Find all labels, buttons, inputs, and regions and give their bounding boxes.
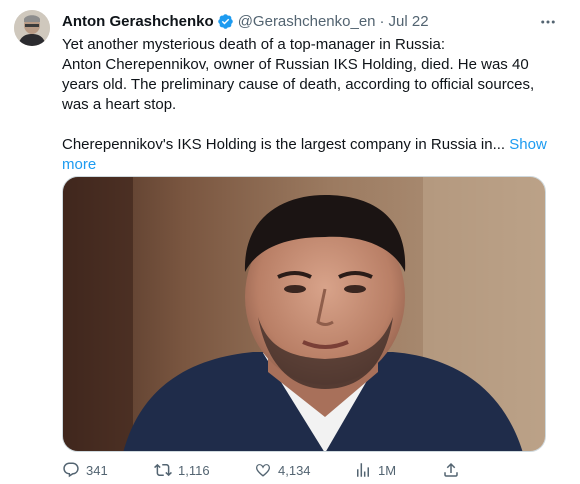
- tweet-photo[interactable]: [62, 176, 546, 452]
- tweet-line-1: Yet another mysterious death of a top-ma…: [62, 36, 445, 53]
- tweet-truncated-paragraph: Cherepennikov's IKS Holding is the large…: [62, 135, 552, 175]
- tweet-truncated-text: Cherepennikov's IKS Holding is the large…: [62, 136, 506, 153]
- tweet-date[interactable]: Jul 22: [389, 13, 429, 30]
- like-button[interactable]: 4,134: [254, 461, 311, 479]
- more-dots-icon: [541, 20, 555, 24]
- author-name[interactable]: Anton Gerashchenko: [62, 13, 214, 30]
- heart-icon: [256, 464, 270, 477]
- view-count: 1M: [378, 462, 397, 478]
- share-button[interactable]: [442, 461, 460, 479]
- tweet-line-2: Anton Cherepennikov, owner of Russian IK…: [62, 56, 535, 113]
- views-button[interactable]: 1M: [354, 461, 396, 479]
- reply-button[interactable]: 341: [62, 461, 108, 479]
- share-icon: [444, 462, 458, 477]
- analytics-icon: [357, 463, 369, 477]
- author-handle[interactable]: @Gerashchenko_en: [238, 13, 376, 30]
- tweet-header: Anton Gerashchenko @Gerashchenko_en · Ju…: [62, 10, 540, 32]
- like-count: 4,134: [278, 462, 311, 478]
- verified-badge-icon: [217, 13, 234, 30]
- retweet-icon: [154, 463, 172, 477]
- portrait-photo: [63, 177, 545, 451]
- retweet-button[interactable]: 1,116: [154, 461, 210, 479]
- header-separator: ·: [379, 12, 385, 30]
- reply-icon: [63, 462, 79, 478]
- avatar[interactable]: [14, 10, 50, 46]
- tweet-actions: 341 1,116 4,134 1M: [62, 460, 482, 480]
- tweet-text: Yet another mysterious death of a top-ma…: [62, 35, 552, 175]
- more-options-button[interactable]: [536, 10, 560, 34]
- reply-count: 341: [86, 462, 108, 478]
- retweet-count: 1,116: [178, 462, 210, 478]
- tweet[interactable]: Anton Gerashchenko @Gerashchenko_en · Ju…: [0, 0, 580, 484]
